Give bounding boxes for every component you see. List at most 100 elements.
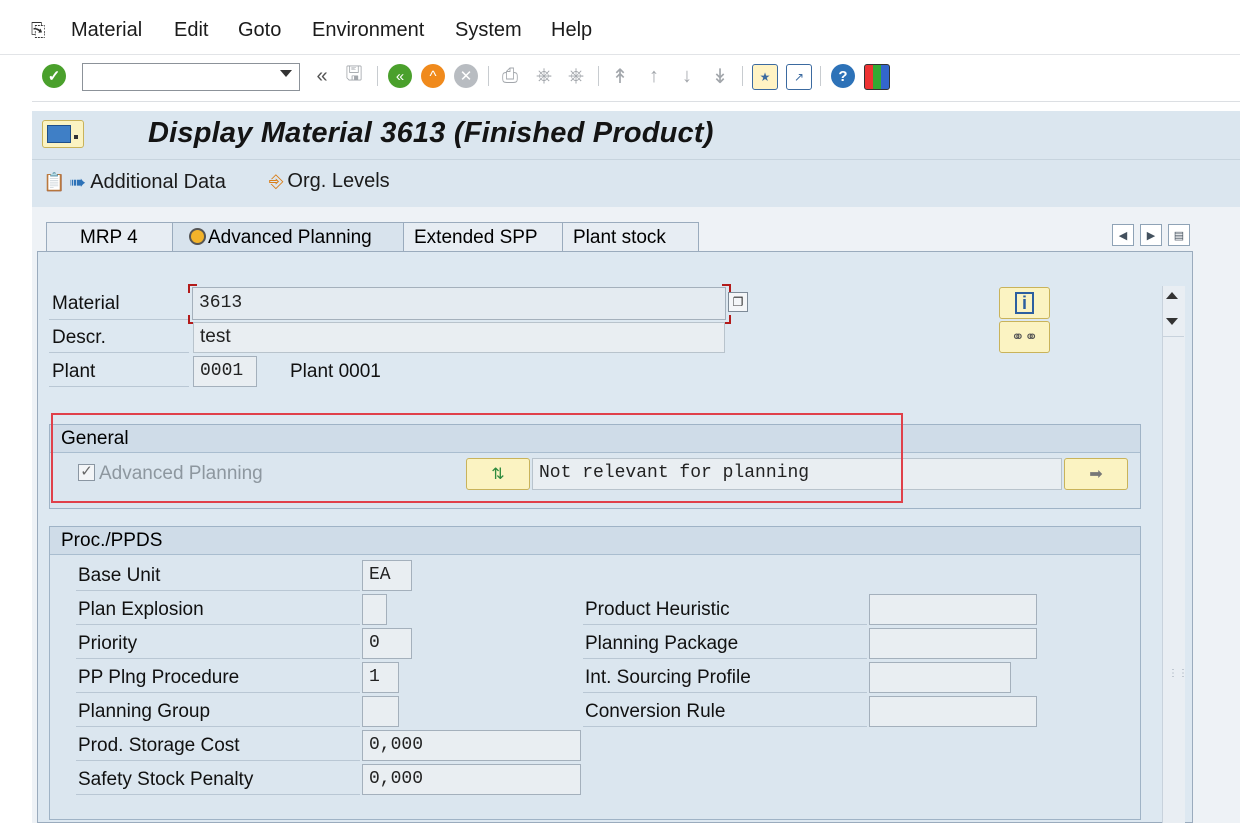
navigate-button[interactable]: ➡ bbox=[1064, 458, 1128, 490]
scroll-up-icon[interactable] bbox=[1166, 292, 1178, 299]
dropdown-dot-icon bbox=[74, 135, 78, 139]
plant-label: Plant bbox=[52, 361, 96, 382]
tab-plant-stock[interactable]: Plant stock bbox=[562, 222, 699, 252]
menu-material[interactable]: Material bbox=[71, 19, 142, 42]
label-underline bbox=[76, 794, 360, 795]
label-underline bbox=[76, 726, 360, 727]
label-underline bbox=[49, 319, 189, 320]
glasses-button[interactable]: ⚭⚭ bbox=[999, 321, 1050, 353]
advanced-planning-label: Advanced Planning bbox=[99, 463, 263, 484]
toolbar-separator bbox=[820, 66, 821, 86]
general-group-title: General bbox=[50, 425, 1140, 453]
safety-stock-penalty-label: Safety Stock Penalty bbox=[78, 769, 254, 790]
left-margin bbox=[0, 101, 32, 823]
command-dropdown-icon[interactable] bbox=[280, 70, 292, 77]
tab-extended-spp[interactable]: Extended SPP bbox=[403, 222, 563, 252]
save-icon[interactable]: 🖫 bbox=[342, 63, 366, 88]
label-underline bbox=[76, 760, 360, 761]
planning-package-label: Planning Package bbox=[585, 633, 739, 654]
scroll-down-icon[interactable] bbox=[1166, 318, 1178, 325]
info-button[interactable]: i bbox=[999, 287, 1050, 319]
base-unit-field: EA bbox=[362, 560, 412, 591]
conversion-rule-field bbox=[869, 696, 1037, 727]
org-levels-button[interactable]: ⎆ Org. Levels bbox=[269, 170, 390, 193]
find-icon[interactable]: ⎈ bbox=[532, 64, 556, 88]
planning-group-field bbox=[362, 696, 399, 727]
conversion-rule-label: Conversion Rule bbox=[585, 701, 726, 722]
menu-help[interactable]: Help bbox=[551, 19, 592, 42]
cancel-icon[interactable]: ✕ bbox=[454, 64, 478, 88]
scroll-grip-icon[interactable]: ⋮⋮ bbox=[1168, 668, 1188, 679]
hierarchy-icon: ⎆ bbox=[269, 171, 284, 191]
material-field[interactable]: 3613 bbox=[192, 287, 726, 320]
prod-storage-cost-field: 0,000 bbox=[362, 730, 581, 761]
plan-explosion-field bbox=[362, 594, 387, 625]
page-title: Display Material 3613 (Finished Product) bbox=[148, 117, 714, 149]
screen-menu-icon bbox=[47, 125, 71, 143]
product-heuristic-field bbox=[869, 594, 1037, 625]
label-underline bbox=[49, 386, 189, 387]
next-page-icon[interactable]: ↓ bbox=[675, 64, 699, 88]
create-session-icon[interactable]: ★ bbox=[752, 64, 778, 90]
advanced-planning-checkbox[interactable]: ✓ bbox=[78, 464, 95, 481]
help-icon[interactable]: ? bbox=[831, 64, 855, 88]
product-heuristic-label: Product Heuristic bbox=[585, 599, 730, 620]
planning-status-icon: ⇅ bbox=[491, 466, 505, 483]
advanced-planning-tab-icon bbox=[189, 228, 206, 245]
clipboard-icon: 📋 bbox=[43, 172, 66, 192]
copy-icon[interactable]: ❐ bbox=[728, 292, 748, 312]
tab-list-icon[interactable]: ▤ bbox=[1168, 224, 1190, 246]
toolbar-separator bbox=[488, 66, 489, 86]
int-sourcing-profile-label: Int. Sourcing Profile bbox=[585, 667, 751, 688]
scroll-divider bbox=[1163, 336, 1184, 337]
priority-label: Priority bbox=[78, 633, 138, 654]
arrow-right-icon: ➠ bbox=[69, 172, 87, 194]
last-page-icon[interactable]: ↡ bbox=[708, 64, 732, 88]
pp-plng-procedure-field: 1 bbox=[362, 662, 399, 693]
exit-icon[interactable]: ^ bbox=[421, 64, 445, 88]
shortcut-icon[interactable]: ↗ bbox=[786, 64, 812, 90]
menu-environment[interactable]: Environment bbox=[312, 19, 424, 42]
enter-check-icon[interactable]: ✓ bbox=[42, 64, 66, 88]
base-unit-label: Base Unit bbox=[78, 565, 161, 586]
screen-menu-button[interactable] bbox=[42, 120, 84, 148]
menu-goto[interactable]: Goto bbox=[238, 19, 281, 42]
first-page-icon[interactable]: ↟ bbox=[608, 64, 632, 88]
focus-corner bbox=[188, 284, 197, 293]
menu-toggle-icon[interactable]: ⎘ bbox=[31, 20, 45, 41]
tab-scroll-left-icon[interactable]: ◀ bbox=[1112, 224, 1134, 246]
tab-advanced-planning[interactable]: Advanced Planning bbox=[172, 222, 404, 252]
org-levels-label: Org. Levels bbox=[287, 170, 390, 192]
tab-mrp4[interactable]: MRP 4 bbox=[46, 222, 174, 252]
layout-menu-icon[interactable] bbox=[864, 64, 890, 90]
tab-advanced-planning-label: Advanced Planning bbox=[208, 227, 372, 248]
int-sourcing-profile-field bbox=[869, 662, 1011, 693]
menu-edit[interactable]: Edit bbox=[174, 19, 208, 42]
command-field[interactable] bbox=[82, 63, 300, 91]
menu-system[interactable]: System bbox=[455, 19, 522, 42]
toolbar-separator bbox=[377, 66, 378, 86]
toolbar-separator bbox=[742, 66, 743, 86]
planning-status-button[interactable]: ⇅ bbox=[466, 458, 530, 490]
planning-package-field bbox=[869, 628, 1037, 659]
label-underline bbox=[76, 692, 360, 693]
proc-ppds-group-title: Proc./PPDS bbox=[50, 527, 1140, 555]
plant-description: Plant 0001 bbox=[290, 361, 381, 382]
print-icon[interactable]: ⎙ bbox=[498, 64, 522, 88]
additional-data-button[interactable]: 📋 ➠ Additional Data bbox=[43, 170, 226, 195]
description-field: test bbox=[193, 322, 725, 353]
find-next-icon[interactable]: ⎈ bbox=[564, 64, 588, 88]
priority-field: 0 bbox=[362, 628, 412, 659]
back-icon[interactable]: « bbox=[388, 64, 412, 88]
tab-scroll-right-icon[interactable]: ▶ bbox=[1140, 224, 1162, 246]
collapse-command-icon[interactable]: « bbox=[310, 64, 334, 88]
previous-page-icon[interactable]: ↑ bbox=[642, 64, 666, 88]
label-underline bbox=[583, 726, 867, 727]
label-underline bbox=[49, 352, 189, 353]
material-label: Material bbox=[52, 293, 120, 314]
vertical-scrollbar[interactable] bbox=[1162, 286, 1185, 823]
pp-plng-procedure-label: PP Plng Procedure bbox=[78, 667, 240, 688]
glasses-icon: ⚭⚭ bbox=[1011, 329, 1038, 346]
info-icon: i bbox=[1014, 292, 1034, 314]
prod-storage-cost-label: Prod. Storage Cost bbox=[78, 735, 240, 756]
